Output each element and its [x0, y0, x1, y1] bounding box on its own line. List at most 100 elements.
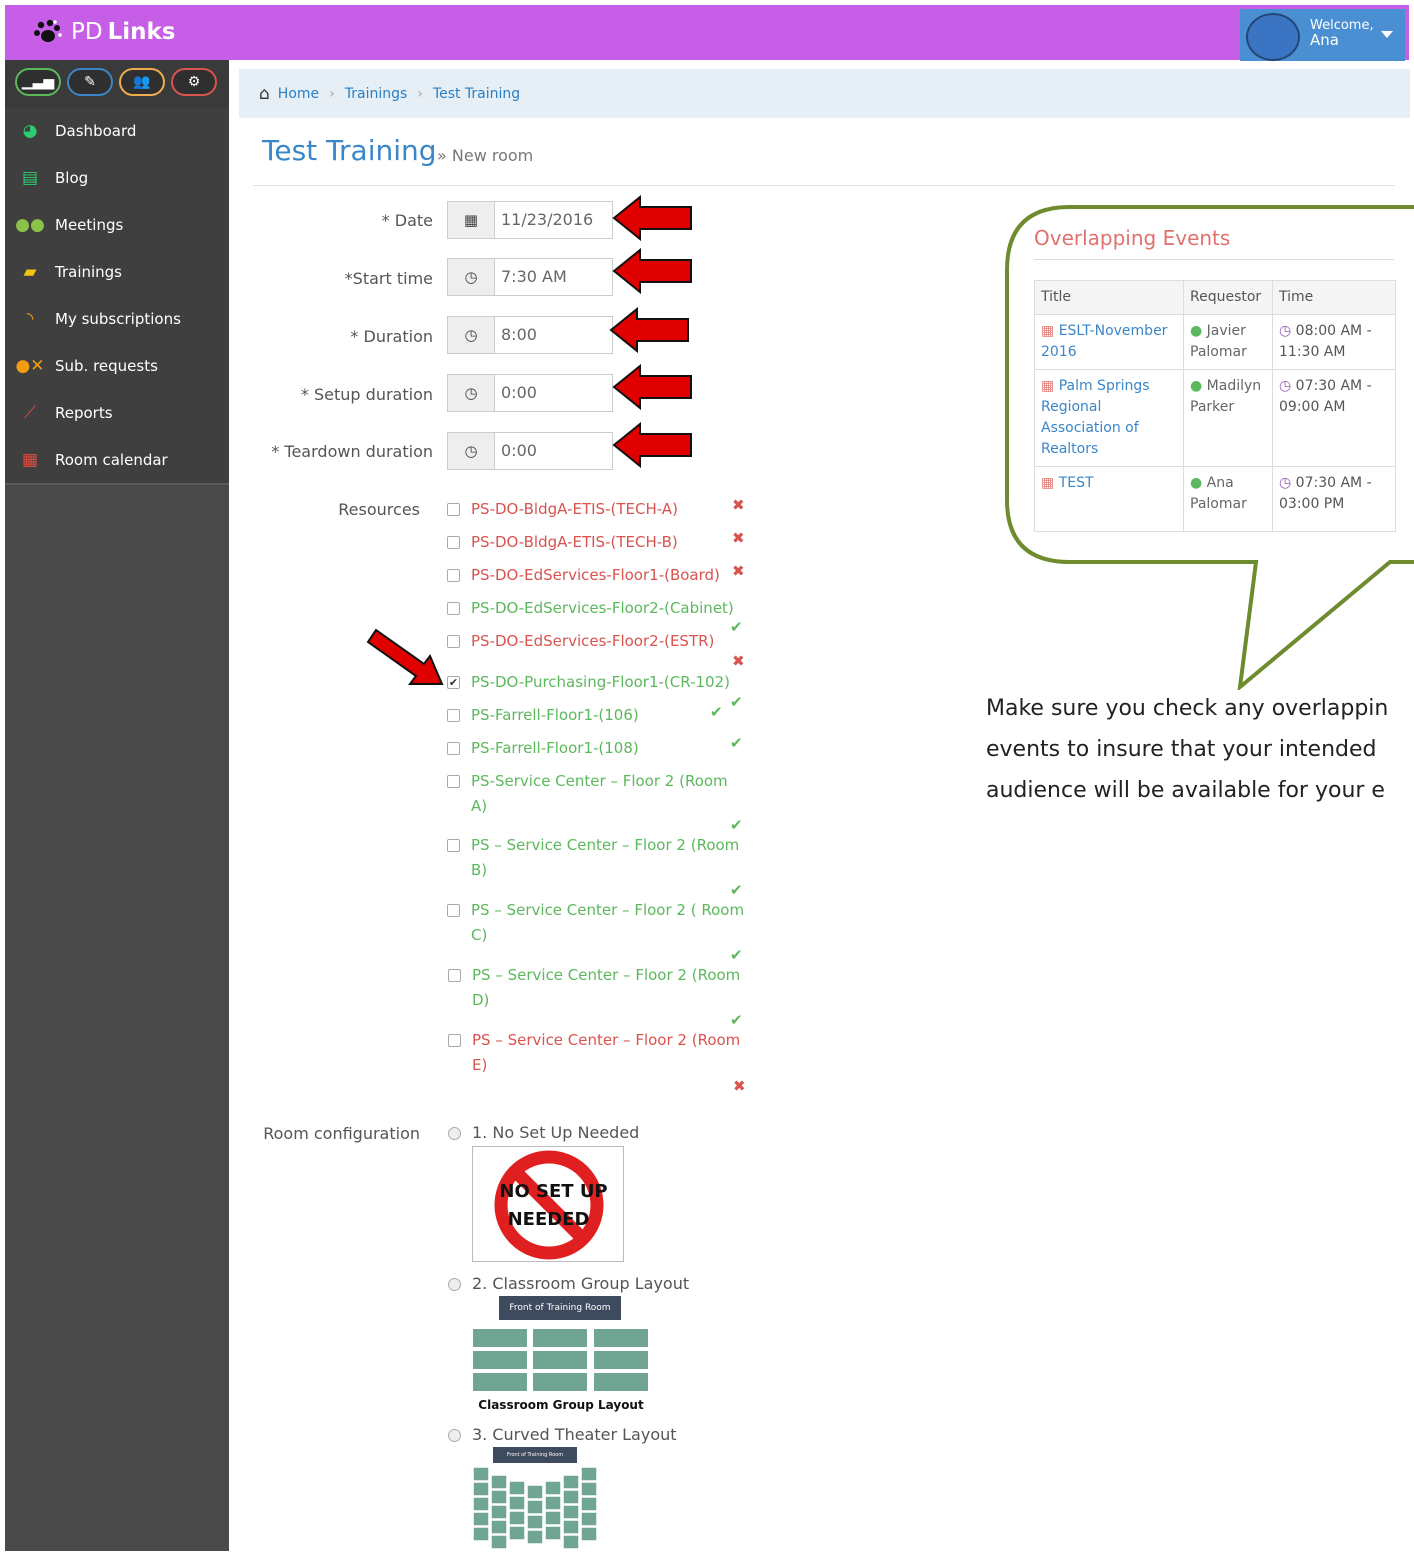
- resource-checkbox[interactable]: [447, 635, 460, 648]
- rss-icon: ◝: [26, 309, 34, 329]
- sidebar-item-label: Room calendar: [55, 451, 168, 469]
- resource-checkbox[interactable]: [447, 602, 460, 615]
- sidebar-item-trainings[interactable]: ▰ Trainings: [5, 248, 229, 295]
- resource-label[interactable]: PS – Service Center – Floor 2 (Room D): [472, 963, 747, 1013]
- setup-duration-value[interactable]: 0:00: [495, 375, 537, 411]
- table-row: ▦ TEST ● Ana Palomar ◷ 07:30 AM - 03:00 …: [1034, 466, 1396, 532]
- home-icon: ⌂: [259, 83, 270, 104]
- resource-label[interactable]: PS-Service Center – Floor 2 (Room A): [471, 769, 746, 819]
- settings-shortcut-button[interactable]: ⚙: [171, 68, 217, 96]
- sidebar-item-subscriptions[interactable]: ◝ My subscriptions: [5, 295, 229, 342]
- column-header: Title: [1034, 280, 1184, 315]
- date-field[interactable]: ▦ 11/23/2016: [447, 201, 613, 239]
- resource-label[interactable]: PS-DO-EdServices-Floor1-(Board): [471, 563, 746, 588]
- sidebar-item-label: Meetings: [55, 216, 124, 234]
- room-config-radio[interactable]: [448, 1278, 461, 1291]
- resource-checkbox[interactable]: [448, 969, 461, 982]
- resource-checkbox[interactable]: [447, 904, 460, 917]
- overlapping-events-table: Title Requestor Time ▦ ESLT-November 201…: [1034, 280, 1396, 532]
- teardown-duration-value[interactable]: 0:00: [495, 433, 537, 469]
- resource-label[interactable]: PS-DO-EdServices-Floor2-(Cabinet): [471, 596, 746, 621]
- resource-checkbox[interactable]: [448, 1034, 461, 1047]
- dashboard-icon: ◕: [22, 121, 38, 141]
- callout-note: Make sure you check any overlappin event…: [986, 696, 1389, 803]
- available-check-icon: ✔: [730, 881, 743, 899]
- room-config-label[interactable]: 3. Curved Theater Layout: [472, 1425, 677, 1444]
- clock-icon: ◷: [1279, 475, 1296, 491]
- clock-icon: ◷: [1279, 378, 1296, 394]
- clock-icon[interactable]: ◷: [448, 375, 495, 411]
- room-config-radio[interactable]: [448, 1127, 461, 1140]
- date-value[interactable]: 11/23/2016: [495, 202, 593, 238]
- overlapping-title-divider: [1034, 259, 1394, 260]
- resource-checkbox[interactable]: [447, 569, 460, 582]
- resource-label[interactable]: PS-DO-BldgA-ETIS-(TECH-B): [471, 530, 746, 555]
- breadcrumb-current[interactable]: Test Training: [433, 86, 520, 102]
- chart-icon: ⟋: [24, 403, 36, 423]
- no-setup-text-2: NEEDED: [507, 1209, 590, 1230]
- start-time-field[interactable]: ◷ 7:30 AM: [447, 258, 613, 296]
- resource-checkbox[interactable]: [447, 536, 460, 549]
- start-time-value[interactable]: 7:30 AM: [495, 259, 567, 295]
- users-shortcut-button[interactable]: 👥: [119, 68, 165, 96]
- room-config-radio[interactable]: [448, 1429, 461, 1442]
- unavailable-x-icon: ✖: [732, 652, 745, 670]
- duration-field[interactable]: ◷ 8:00: [447, 316, 613, 354]
- setup-duration-field[interactable]: ◷ 0:00: [447, 374, 613, 412]
- resource-checkbox[interactable]: [447, 742, 460, 755]
- resource-checkbox[interactable]: [447, 839, 460, 852]
- sidebar-item-sub-requests[interactable]: ●✕ Sub. requests: [5, 342, 229, 389]
- event-title-link[interactable]: TEST: [1059, 475, 1094, 491]
- clock-icon[interactable]: ◷: [448, 317, 495, 353]
- resource-checkbox[interactable]: [447, 775, 460, 788]
- calendar-icon: ▦: [1041, 378, 1059, 394]
- calendar-icon: ▦: [21, 450, 39, 470]
- breadcrumb-home[interactable]: Home: [278, 86, 319, 102]
- annotation-arrow: [612, 422, 692, 468]
- sidebar-item-room-calendar[interactable]: ▦ Room calendar: [5, 436, 229, 483]
- sidebar-item-meetings[interactable]: ●● Meetings: [5, 201, 229, 248]
- room-config-label[interactable]: 2. Classroom Group Layout: [472, 1274, 689, 1293]
- event-title-link[interactable]: ESLT-November 2016: [1041, 323, 1167, 360]
- resource-label[interactable]: PS – Service Center – Floor 2 (Room B): [471, 833, 746, 883]
- brand-logo[interactable]: PD Links: [33, 19, 176, 45]
- available-check-icon: ✔: [730, 734, 743, 752]
- teardown-duration-field[interactable]: ◷ 0:00: [447, 432, 613, 470]
- unavailable-x-icon: ✖: [733, 1077, 746, 1095]
- available-check-icon: ✔: [710, 703, 723, 721]
- resource-label[interactable]: PS-Farrell-Floor1-(108): [471, 736, 746, 761]
- resource-checkbox-checked[interactable]: ✔: [447, 676, 460, 689]
- user-menu[interactable]: Welcome, Ana: [1240, 9, 1405, 61]
- breadcrumb-trainings[interactable]: Trainings: [345, 86, 408, 102]
- room-config-label[interactable]: 1. No Set Up Needed: [472, 1123, 639, 1142]
- resource-checkbox[interactable]: [447, 503, 460, 516]
- sidebar-item-label: Sub. requests: [55, 357, 158, 375]
- no-setup-text-1: NO SET UP: [499, 1181, 608, 1202]
- clock-icon[interactable]: ◷: [448, 259, 495, 295]
- sidebar-item-dashboard[interactable]: ◕ Dashboard: [5, 107, 229, 154]
- stats-shortcut-button[interactable]: ▁▃▅: [15, 68, 61, 96]
- start-time-label: *Start time: [344, 269, 433, 288]
- resource-label[interactable]: PS – Service Center – Floor 2 (Room E): [472, 1028, 747, 1078]
- classroom-layout-image: Front of Training Room Classroom Group L…: [470, 1296, 652, 1418]
- brand-name-bold: Links: [107, 19, 176, 45]
- unavailable-x-icon: ✖: [732, 529, 745, 547]
- user-icon: ●: [1190, 323, 1207, 339]
- sidebar-item-blog[interactable]: ▤ Blog: [5, 154, 229, 201]
- resource-label[interactable]: PS-DO-BldgA-ETIS-(TECH-A): [471, 497, 746, 522]
- resource-label[interactable]: PS-Farrell-Floor1-(106): [471, 703, 746, 728]
- calendar-icon[interactable]: ▦: [448, 202, 495, 238]
- users-icon: ●●: [15, 215, 45, 235]
- duration-label: * Duration: [350, 327, 433, 346]
- resource-checkbox[interactable]: [447, 709, 460, 722]
- sidebar-item-label: Blog: [55, 169, 89, 187]
- edit-shortcut-button[interactable]: ✎: [67, 68, 113, 96]
- sidebar-item-label: My subscriptions: [55, 310, 181, 328]
- duration-value[interactable]: 8:00: [495, 317, 537, 353]
- sidebar-item-reports[interactable]: ⟋ Reports: [5, 389, 229, 436]
- resource-label[interactable]: PS-DO-Purchasing-Floor1-(CR-102): [471, 670, 746, 695]
- resource-label[interactable]: PS-DO-EdServices-Floor2-(ESTR): [471, 629, 746, 654]
- sidebar-item-label: Trainings: [55, 263, 123, 281]
- clock-icon[interactable]: ◷: [448, 433, 495, 469]
- resource-label[interactable]: PS – Service Center – Floor 2 ( Room C): [471, 898, 746, 948]
